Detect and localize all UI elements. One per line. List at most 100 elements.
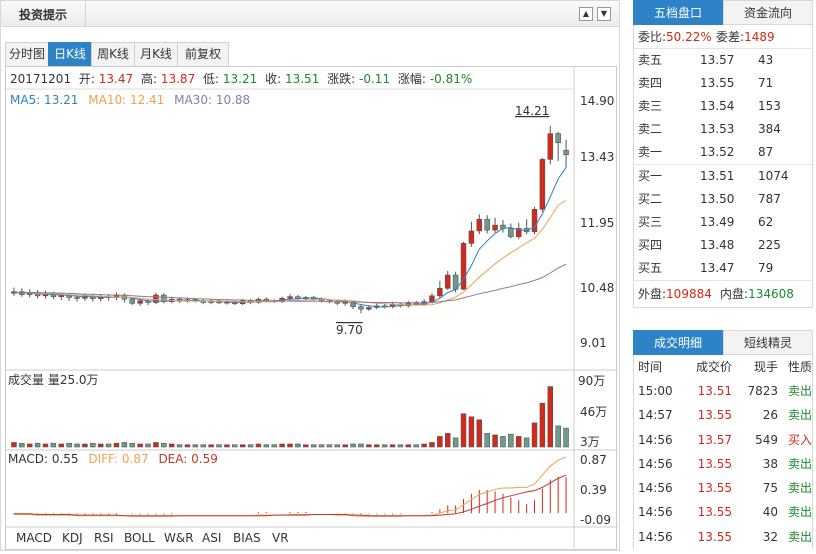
volume-bar [310, 444, 317, 448]
tab-trade-details[interactable]: 成交明细 [633, 330, 723, 355]
kline-chart-frame: 20171201 开: 13.47 高: 13.87 低: 13.21 收: 1… [5, 66, 618, 551]
sell-5-qty: 43 [758, 53, 774, 67]
header-qty: 现手 [753, 360, 778, 374]
volume-bar [74, 443, 80, 448]
volume-bar [279, 443, 285, 448]
buy-5-qty: 79 [758, 261, 774, 275]
volume-bar [287, 443, 293, 448]
svg-text:MACD: 0.55 DIFF: 0.87: MACD: 0.55 DIFF: 0.87 DEA: 0.59 [8, 452, 218, 466]
inner-value: 134608 [748, 287, 794, 301]
volume-bar [421, 443, 427, 448]
buy-5-price: 13.47 [700, 261, 735, 275]
volume-bar [105, 443, 112, 448]
trade-row: 15:00 13.51 7823 卖出 [633, 379, 813, 404]
down-arrow-icon[interactable]: ▼ [597, 7, 611, 21]
volume-bar [476, 419, 483, 448]
volume-bar [539, 402, 546, 448]
trade-type: 卖出 [787, 408, 812, 423]
volume-bar [366, 444, 372, 448]
volume-bar [318, 444, 325, 448]
tab-capital-flow[interactable]: 资金流向 [723, 0, 813, 25]
volume-bar [468, 416, 475, 448]
volume-bar [271, 444, 277, 448]
volume-bar [515, 436, 522, 448]
volume-bar [263, 444, 270, 448]
volume-bar [137, 443, 143, 448]
volume-bar [161, 442, 167, 448]
sell-2-label: 卖二 [638, 122, 663, 136]
ind-tab-vr[interactable]: VR [272, 531, 289, 545]
ind-tab-kdj[interactable]: KDJ [62, 531, 83, 545]
trade-qty: 7823 [747, 384, 778, 398]
candle-body [287, 296, 293, 299]
trade-type: 卖出 [787, 505, 812, 520]
volume-bar [484, 433, 490, 448]
header-type: 性质 [787, 360, 812, 374]
svg-text:MACD KDJ RSI: MACD KDJ RSI BOLL W&R ASI BIAS VR [16, 531, 289, 545]
tab-weekly-k[interactable]: 周K线 [91, 42, 135, 66]
svg-text:20171201 开: 13: 20171201 开: 13.47 高: 13.87 低: 13.21 收: 1… [10, 71, 472, 86]
up-arrow-icon[interactable]: ▲ [579, 7, 593, 21]
header-price: 成交价 [695, 360, 732, 374]
ind-tab-boll[interactable]: BOLL [124, 531, 155, 545]
tab-short-term-wizard[interactable]: 短线精灵 [723, 330, 813, 355]
macd-dea-label: DEA: 0.59 [158, 452, 217, 466]
tab-daily-k[interactable]: 日K线 [48, 42, 92, 66]
quote-pct: -0.81% [430, 72, 472, 86]
macd-tick-2: 0.39 [580, 483, 607, 497]
volume-bar [168, 443, 175, 448]
ind-tab-macd[interactable]: MACD [16, 531, 52, 545]
candle-body [137, 300, 143, 304]
candle-body [366, 307, 372, 310]
trade-price: 13.57 [697, 432, 732, 447]
ma10-line [13, 200, 567, 306]
buy-4-qty: 225 [758, 238, 781, 252]
trade-time: 14:56 [638, 481, 673, 496]
buy-3-label: 买三 [638, 215, 663, 229]
trade-qty: 32 [762, 529, 778, 544]
volume-bar [523, 437, 530, 448]
candle-body [508, 228, 514, 238]
buy-2-row: 买二 13.50 787 [634, 188, 812, 211]
tab-monthly-k[interactable]: 月K线 [134, 42, 178, 66]
diff-value: 1489 [744, 30, 775, 44]
trade-type: 卖出 [787, 529, 812, 544]
tab-five-level-quote[interactable]: 五档盘口 [633, 0, 723, 25]
sell-2-price: 13.53 [700, 122, 735, 136]
trade-time: 14:56 [638, 529, 673, 544]
volume-bar [19, 442, 25, 448]
tab-intraday[interactable]: 分时图 [5, 42, 49, 66]
quote-date: 20171201 [10, 72, 71, 86]
candle-body [547, 133, 554, 160]
outer-value: 109884 [666, 287, 712, 301]
order-book-panel: 五档盘口 资金流向 委比: 50.22% 委差: 1489 卖五 13.57 43 … [633, 0, 813, 308]
volume-bar [216, 444, 222, 448]
ind-tab-wr[interactable]: W&R [164, 531, 194, 545]
volume-bar [342, 444, 348, 448]
ma5-label: MA5: 13.21 [10, 93, 78, 107]
tab-forward-adjust[interactable]: 前复权 [177, 42, 229, 66]
ma5-line [13, 167, 567, 308]
quote-open-label: 开: [79, 72, 95, 86]
sell-1-row: 卖一 13.52 87 [634, 141, 812, 164]
ratio-label: 委比: [638, 30, 667, 44]
volume-bar [232, 444, 238, 448]
quote-close: 13.51 [285, 72, 319, 86]
volume-bar [397, 444, 404, 448]
sell-5-price: 13.57 [700, 53, 735, 67]
trade-type: 卖出 [787, 481, 812, 496]
trade-time: 14:56 [638, 432, 673, 447]
volume-bar [90, 442, 96, 448]
ind-tab-rsi[interactable]: RSI [94, 531, 114, 545]
macd-label: MACD: 0.55 [8, 452, 79, 466]
ind-tab-bias[interactable]: BIAS [233, 531, 261, 545]
candle-body [468, 230, 475, 244]
volume-bar [208, 444, 214, 448]
price-tick-2: 13.43 [580, 150, 614, 164]
buy-2-qty: 787 [758, 192, 781, 206]
kline-chart[interactable]: 20171201 开: 13.47 高: 13.87 低: 13.21 收: 1… [6, 67, 618, 551]
order-book: 委比: 50.22% 委差: 1489 卖五 13.57 43 卖四 13.55 71 … [633, 25, 813, 308]
sell-4-qty: 71 [758, 76, 774, 90]
high-annotation: 14.21 [515, 104, 549, 118]
ind-tab-asi[interactable]: ASI [202, 531, 221, 545]
